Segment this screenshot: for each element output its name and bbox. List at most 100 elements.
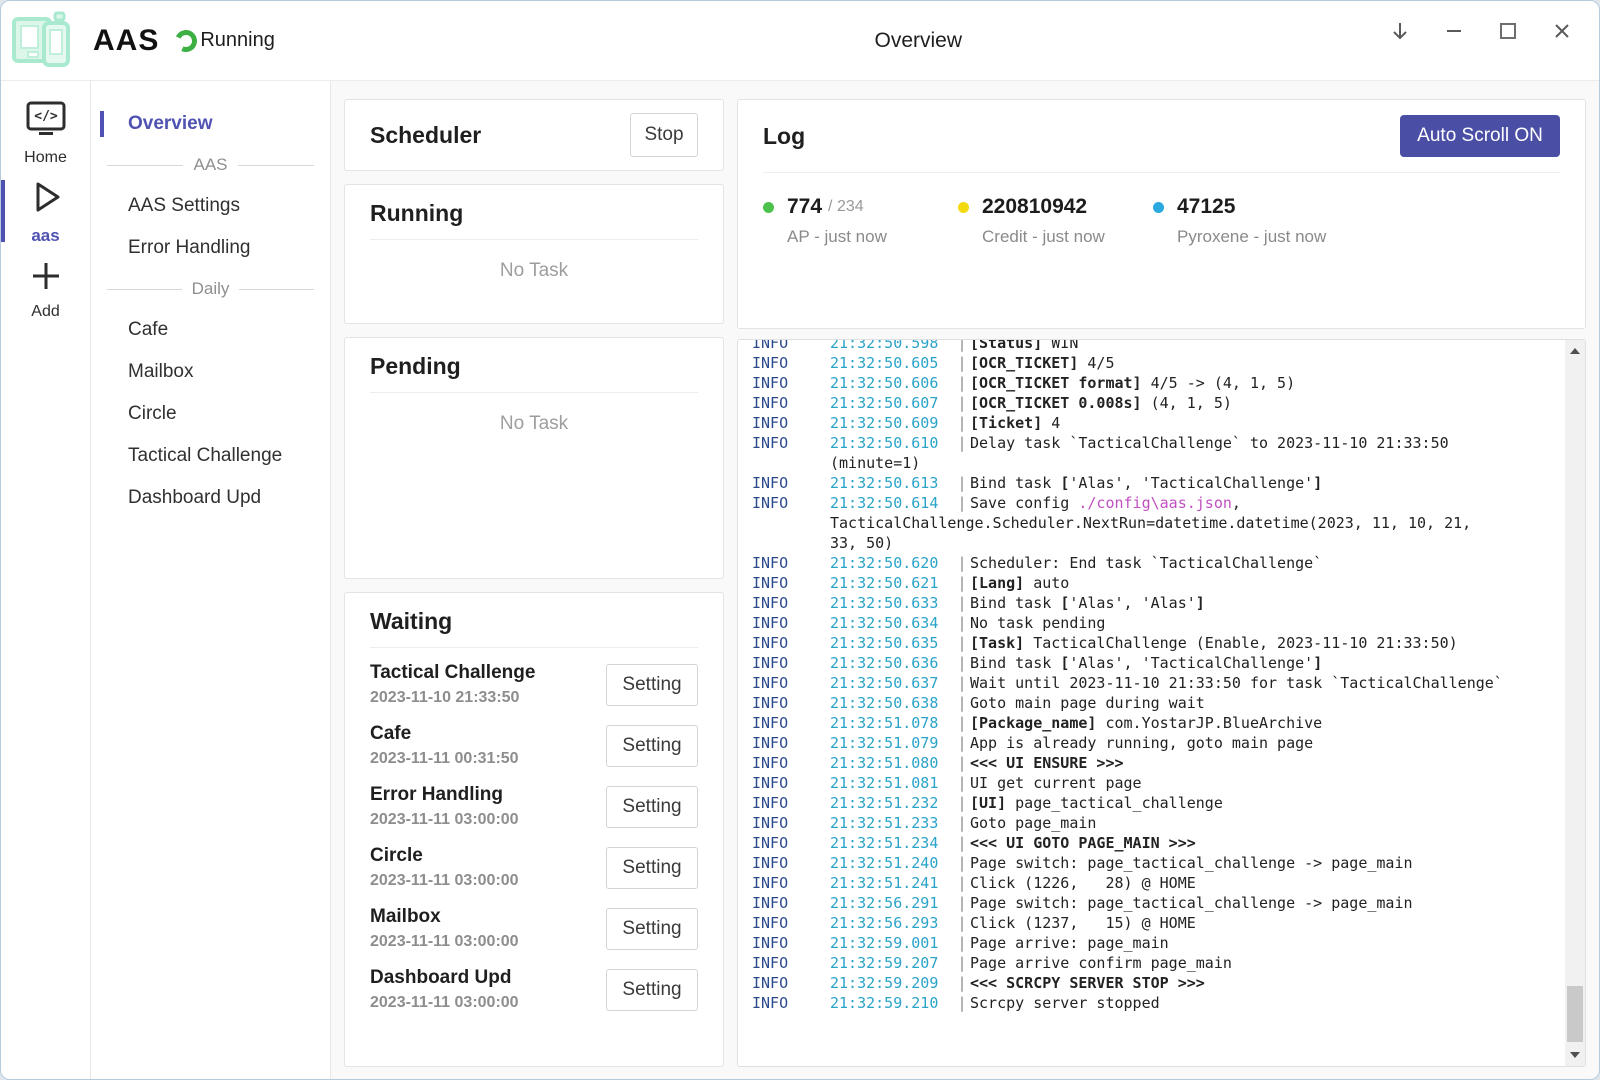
waiting-task-info: Tactical Challenge2023-11-10 21:33:50 <box>370 662 535 707</box>
log-message: [Lang] auto <box>970 573 1563 593</box>
log-level: INFO <box>752 433 830 453</box>
sidebar-item-label: Dashboard Upd <box>128 487 261 509</box>
running-status-label: Running <box>200 29 275 52</box>
log-message: Save config ./config\aas.json, <box>970 493 1563 513</box>
waiting-task-name: Error Handling <box>370 784 519 806</box>
log-timestamp: 21:32:59.209 <box>830 973 954 993</box>
log-entry-wrap: 33, 50) <box>738 533 1563 553</box>
titlebar: AAS Running Overview <box>1 1 1599 81</box>
rail-item-label: aas <box>31 226 59 246</box>
log-viewer[interactable]: INFO21:32:50.598|[Status] WININFO21:32:5… <box>737 339 1586 1067</box>
sidebar-item-circle[interactable]: Circle <box>91 393 330 435</box>
log-separator: | <box>954 793 970 813</box>
log-message: App is already running, goto main page <box>970 733 1563 753</box>
log-message: Scheduler: End task `TacticalChallenge` <box>970 553 1563 573</box>
log-timestamp: 21:32:59.207 <box>830 953 954 973</box>
sidebar-item-mailbox[interactable]: Mailbox <box>91 351 330 393</box>
setting-button-dashboard-upd[interactable]: Setting <box>606 969 698 1011</box>
log-timestamp: 21:32:51.240 <box>830 853 954 873</box>
log-level: INFO <box>752 413 830 433</box>
log-message: Wait until 2023-11-10 21:33:50 for task … <box>970 673 1563 693</box>
scrollbar-down-arrow-icon[interactable] <box>1565 1046 1585 1064</box>
log-message: [OCR_TICKET] 4/5 <box>970 353 1563 373</box>
log-separator: | <box>954 373 970 393</box>
setting-button-circle[interactable]: Setting <box>606 847 698 889</box>
arrow-down-icon <box>1389 20 1411 47</box>
window-controls <box>1389 11 1573 55</box>
sidebar-item-label: Cafe <box>128 319 168 341</box>
stat-value-row: 774/ 234 <box>763 195 958 219</box>
nav-group-divider-aas: AAS <box>91 145 330 185</box>
log-separator: | <box>954 473 970 493</box>
waiting-title: Waiting <box>345 593 723 647</box>
stat-secondary-value: / 234 <box>828 198 864 216</box>
log-message-continuation: (minute=1) <box>830 453 1563 473</box>
waiting-task-next-run: 2023-11-11 00:31:50 <box>370 750 519 768</box>
sidebar-item-overview[interactable]: Overview <box>91 103 330 145</box>
log-entry: INFO21:32:50.633|Bind task ['Alas', 'Ala… <box>738 593 1563 613</box>
sidebar-item-error-handling[interactable]: Error Handling <box>91 227 330 269</box>
maximize-button[interactable] <box>1497 11 1519 55</box>
auto-scroll-button[interactable]: Auto Scroll ON <box>1400 115 1560 157</box>
brand: AAS Running <box>11 11 275 71</box>
setting-button-tactical-challenge[interactable]: Setting <box>606 664 698 706</box>
stat-ap: 774/ 234AP - just now <box>763 195 958 247</box>
rail-item-add[interactable]: Add <box>1 255 90 323</box>
svg-text:</>: </> <box>34 109 58 124</box>
log-lines: INFO21:32:50.598|[Status] WININFO21:32:5… <box>738 340 1563 1013</box>
log-scroll-area: INFO21:32:50.598|[Status] WININFO21:32:5… <box>738 340 1563 1066</box>
log-level: INFO <box>752 340 830 353</box>
sidebar-item-label: Overview <box>128 113 213 135</box>
log-timestamp: 21:32:51.241 <box>830 873 954 893</box>
log-scrollbar[interactable] <box>1565 340 1585 1066</box>
log-separator: | <box>954 613 970 633</box>
waiting-task-name: Dashboard Upd <box>370 967 519 989</box>
setting-button-cafe[interactable]: Setting <box>606 725 698 767</box>
sidebar-item-tactical-challenge[interactable]: Tactical Challenge <box>91 435 330 477</box>
log-message: <<< UI ENSURE >>> <box>970 753 1563 773</box>
log-level: INFO <box>752 753 830 773</box>
arrow-down-button[interactable] <box>1389 11 1411 55</box>
minimize-button[interactable] <box>1443 11 1465 55</box>
log-timestamp: 21:32:50.605 <box>830 353 954 373</box>
scrollbar-up-arrow-icon[interactable] <box>1565 342 1585 360</box>
plus-icon <box>28 258 64 299</box>
sidebar-item-aas-settings[interactable]: AAS Settings <box>91 185 330 227</box>
stop-button[interactable]: Stop <box>630 113 698 157</box>
setting-button-error-handling[interactable]: Setting <box>606 786 698 828</box>
log-entry: INFO21:32:50.637|Wait until 2023-11-10 2… <box>738 673 1563 693</box>
log-separator: | <box>954 813 970 833</box>
log-message-continuation: TacticalChallenge.Scheduler.NextRun=date… <box>830 513 1563 533</box>
scrollbar-thumb[interactable] <box>1567 986 1583 1042</box>
rail-item-home[interactable]: </>Home <box>1 99 90 167</box>
log-entry: INFO21:32:50.620|Scheduler: End task `Ta… <box>738 553 1563 573</box>
sidebar-item-cafe[interactable]: Cafe <box>91 309 330 351</box>
log-entry: INFO21:32:50.609|[Ticket] 4 <box>738 413 1563 433</box>
log-timestamp: 21:32:59.210 <box>830 993 954 1013</box>
log-timestamp: 21:32:50.606 <box>830 373 954 393</box>
close-button[interactable] <box>1551 11 1573 55</box>
waiting-task-row-circle: Circle2023-11-11 03:00:00Setting <box>370 837 698 898</box>
log-timestamp: 21:32:50.633 <box>830 593 954 613</box>
icon-rail: </>Home aas Add <box>1 81 91 1080</box>
active-indicator-bar <box>100 111 104 137</box>
setting-button-mailbox[interactable]: Setting <box>606 908 698 950</box>
play-icon <box>26 177 66 222</box>
nav-group-label: AAS <box>193 155 227 175</box>
waiting-task-list: Tactical Challenge2023-11-10 21:33:50 Set… <box>345 648 723 1020</box>
nav-group-divider-daily: Daily <box>91 269 330 309</box>
stat-value-row: 47125 <box>1153 195 1348 219</box>
rail-item-aas[interactable]: aas <box>1 177 90 245</box>
log-message: [Package_name] com.YostarJP.BlueArchive <box>970 713 1563 733</box>
stat-dot-icon <box>958 202 969 213</box>
log-message: [OCR_TICKET format] 4/5 -> (4, 1, 5) <box>970 373 1563 393</box>
log-timestamp: 21:32:56.293 <box>830 913 954 933</box>
log-timestamp: 21:32:50.609 <box>830 413 954 433</box>
log-message: Delay task `TacticalChallenge` to 2023-1… <box>970 433 1563 453</box>
waiting-task-next-run: 2023-11-11 03:00:00 <box>370 994 519 1012</box>
sidebar-item-dashboard-upd[interactable]: Dashboard Upd <box>91 477 330 519</box>
log-separator: | <box>954 913 970 933</box>
sidebar-item-label: Tactical Challenge <box>128 445 282 467</box>
log-timestamp: 21:32:50.634 <box>830 613 954 633</box>
stat-value: 220810942 <box>982 195 1087 219</box>
